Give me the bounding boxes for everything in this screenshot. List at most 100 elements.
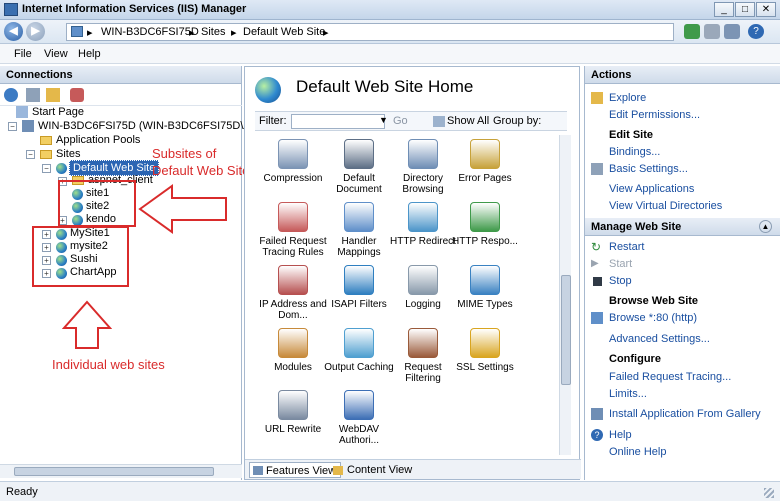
address-bar: ◀ ▶ ▸ WIN-B3DC6FSI75D ▸ Sites ▸ Default … (0, 20, 780, 44)
filter-dropdown-icon[interactable]: ▼ (379, 115, 388, 125)
directory-browsing-icon (408, 139, 438, 169)
action-browse-80[interactable]: Browse *:80 (http) (609, 312, 697, 324)
feature-url-rewrite[interactable]: URL Rewrite (257, 390, 329, 435)
subsites-annotation-line1: Subsites of (152, 146, 217, 161)
collapse-sites-icon[interactable]: − (26, 150, 35, 159)
connect-icon[interactable] (4, 88, 18, 102)
menu-view[interactable]: View (44, 48, 68, 60)
logging-icon (408, 265, 438, 295)
subsites-highlight-box (58, 180, 136, 227)
tab-content-view[interactable]: Content View (343, 462, 416, 478)
up-folder-icon[interactable] (46, 88, 60, 102)
action-basic-settings[interactable]: Basic Settings... (609, 163, 688, 175)
breadcrumb-sites[interactable]: Sites (201, 26, 225, 38)
feature-label: Compression (263, 173, 323, 184)
close-button[interactable]: ✕ (756, 2, 776, 17)
feature-http-response[interactable]: HTTP Respo... (449, 202, 521, 247)
feature-webdav[interactable]: WebDAV Authori... (323, 390, 395, 446)
feature-label: SSL Settings (456, 362, 514, 373)
browse-icon (591, 312, 603, 324)
menu-file[interactable]: File (14, 48, 32, 60)
breadcrumb-default-site[interactable]: Default Web Site (243, 26, 325, 38)
breadcrumb-separator: ▸ (189, 27, 195, 39)
feature-modules[interactable]: Modules (257, 328, 329, 373)
actions-pane: Actions Explore Edit Permissions... Edit… (584, 66, 780, 480)
collapse-default-site-icon[interactable]: − (42, 164, 51, 173)
feature-output-caching[interactable]: Output Caching (323, 328, 395, 373)
connections-hscrollbar[interactable] (0, 464, 242, 478)
filter-label: Filter: (259, 115, 287, 127)
refresh-icon[interactable] (684, 24, 700, 39)
home-icon[interactable] (724, 24, 740, 39)
action-help[interactable]: Help (609, 429, 632, 441)
resize-grip-icon[interactable] (764, 488, 774, 498)
feature-compression[interactable]: Compression (257, 139, 329, 184)
feature-label: MIME Types (457, 299, 513, 310)
menu-bar: File View Help (0, 44, 780, 64)
collapse-section-icon[interactable]: ▲ (759, 220, 772, 233)
feature-handler-mappings[interactable]: Handler Mappings (323, 202, 395, 258)
sites-folder-icon (40, 150, 52, 159)
feature-ssl-settings[interactable]: SSL Settings (449, 328, 521, 373)
feature-label: IP Address and Dom... (259, 299, 327, 321)
status-text: Ready (6, 486, 38, 498)
show-all-button[interactable]: Show All (447, 115, 489, 127)
feature-default-document[interactable]: Default Document (323, 139, 395, 195)
action-failed-request-tracing[interactable]: Failed Request Tracing... (609, 371, 731, 383)
default-document-icon (344, 139, 374, 169)
maximize-button[interactable]: □ (735, 2, 755, 17)
browse-web-site-heading: Browse Web Site (609, 295, 699, 307)
http-redirect-icon (408, 202, 438, 232)
filter-input[interactable] (291, 114, 385, 129)
tree-start-page[interactable]: Start Page (32, 106, 84, 118)
url-rewrite-icon (278, 390, 308, 420)
feature-error-pages[interactable]: Error Pages (449, 139, 521, 184)
vscroll-thumb[interactable] (561, 275, 571, 385)
feature-isapi-filters[interactable]: ISAPI Filters (323, 265, 395, 310)
action-bindings[interactable]: Bindings... (609, 146, 660, 158)
group-by-label[interactable]: Group by: (493, 115, 541, 127)
ip-address-icon (278, 265, 308, 295)
app-pools-icon (40, 136, 52, 145)
action-stop[interactable]: Stop (609, 275, 632, 287)
website-globe-icon (255, 77, 281, 103)
feature-failed-request[interactable]: Failed Request Tracing Rules (257, 202, 329, 258)
failed-request-icon (278, 202, 308, 232)
stop-icon[interactable] (704, 24, 720, 39)
action-view-virtual-directories[interactable]: View Virtual Directories (609, 200, 722, 212)
save-icon[interactable] (26, 88, 40, 102)
help-icon[interactable]: ? (748, 24, 764, 39)
collapse-server-icon[interactable]: − (8, 122, 17, 131)
install-gallery-icon (591, 408, 603, 420)
action-restart[interactable]: Restart (609, 241, 644, 253)
hscroll-thumb[interactable] (14, 467, 214, 476)
action-view-applications[interactable]: View Applications (609, 183, 694, 195)
stop-square-icon (593, 277, 602, 286)
action-explore[interactable]: Explore (609, 92, 646, 104)
menu-help[interactable]: Help (78, 48, 101, 60)
connections-toolbar (0, 84, 242, 106)
feature-mime-types[interactable]: MIME Types (449, 265, 521, 310)
tree-application-pools[interactable]: Application Pools (56, 134, 140, 146)
breadcrumb[interactable]: ▸ WIN-B3DC6FSI75D ▸ Sites ▸ Default Web … (66, 23, 674, 41)
breadcrumb-server[interactable]: WIN-B3DC6FSI75D (101, 26, 199, 38)
http-response-icon (470, 202, 500, 232)
action-online-help[interactable]: Online Help (609, 446, 666, 458)
tree-sites[interactable]: Sites (56, 148, 80, 160)
explore-icon (591, 92, 603, 104)
request-filtering-icon (408, 328, 438, 358)
back-button[interactable]: ◀ (4, 22, 23, 41)
main-vscrollbar[interactable] (559, 135, 571, 455)
action-install-application[interactable]: Install Application From Gallery (609, 408, 761, 420)
go-button[interactable]: Go (393, 115, 408, 127)
modules-icon (278, 328, 308, 358)
delete-connection-icon[interactable] (70, 88, 84, 102)
action-edit-permissions[interactable]: Edit Permissions... (609, 109, 700, 121)
feature-label: Failed Request Tracing Rules (259, 236, 327, 258)
breadcrumb-separator: ▸ (323, 27, 329, 39)
forward-button[interactable]: ▶ (26, 22, 45, 41)
action-advanced-settings[interactable]: Advanced Settings... (609, 333, 710, 345)
minimize-button[interactable]: _ (714, 2, 734, 17)
action-limits[interactable]: Limits... (609, 388, 647, 400)
feature-ip-address[interactable]: IP Address and Dom... (257, 265, 329, 321)
